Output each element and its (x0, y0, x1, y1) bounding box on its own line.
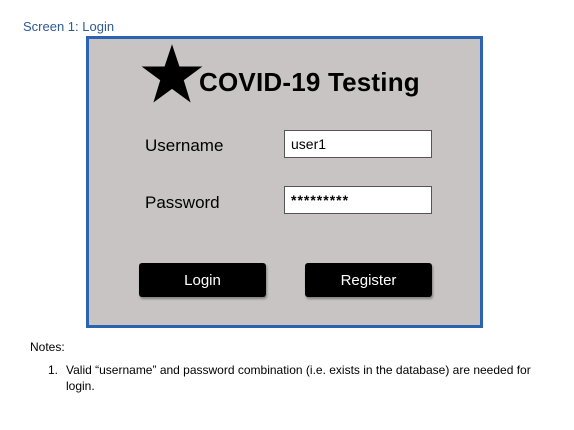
screen-caption: Screen 1: Login (23, 19, 115, 34)
login-screen: COVID-19 Testing Username Password Login… (86, 36, 483, 328)
app-title: COVID-19 Testing (199, 67, 420, 97)
password-input[interactable] (284, 186, 432, 214)
register-button[interactable]: Register (305, 263, 432, 297)
note-text: Valid “username” and password combinatio… (66, 363, 531, 393)
star-icon (141, 44, 203, 103)
username-label: Username (145, 136, 224, 155)
login-button[interactable]: Login (139, 263, 266, 297)
notes-heading: Notes: (30, 340, 65, 354)
note-number: 1. (48, 363, 59, 377)
password-label: Password (145, 193, 220, 212)
username-input[interactable] (284, 130, 432, 158)
note-item: 1. Valid “username” and password combina… (48, 362, 548, 394)
notes-list: 1. Valid “username” and password combina… (48, 362, 548, 394)
